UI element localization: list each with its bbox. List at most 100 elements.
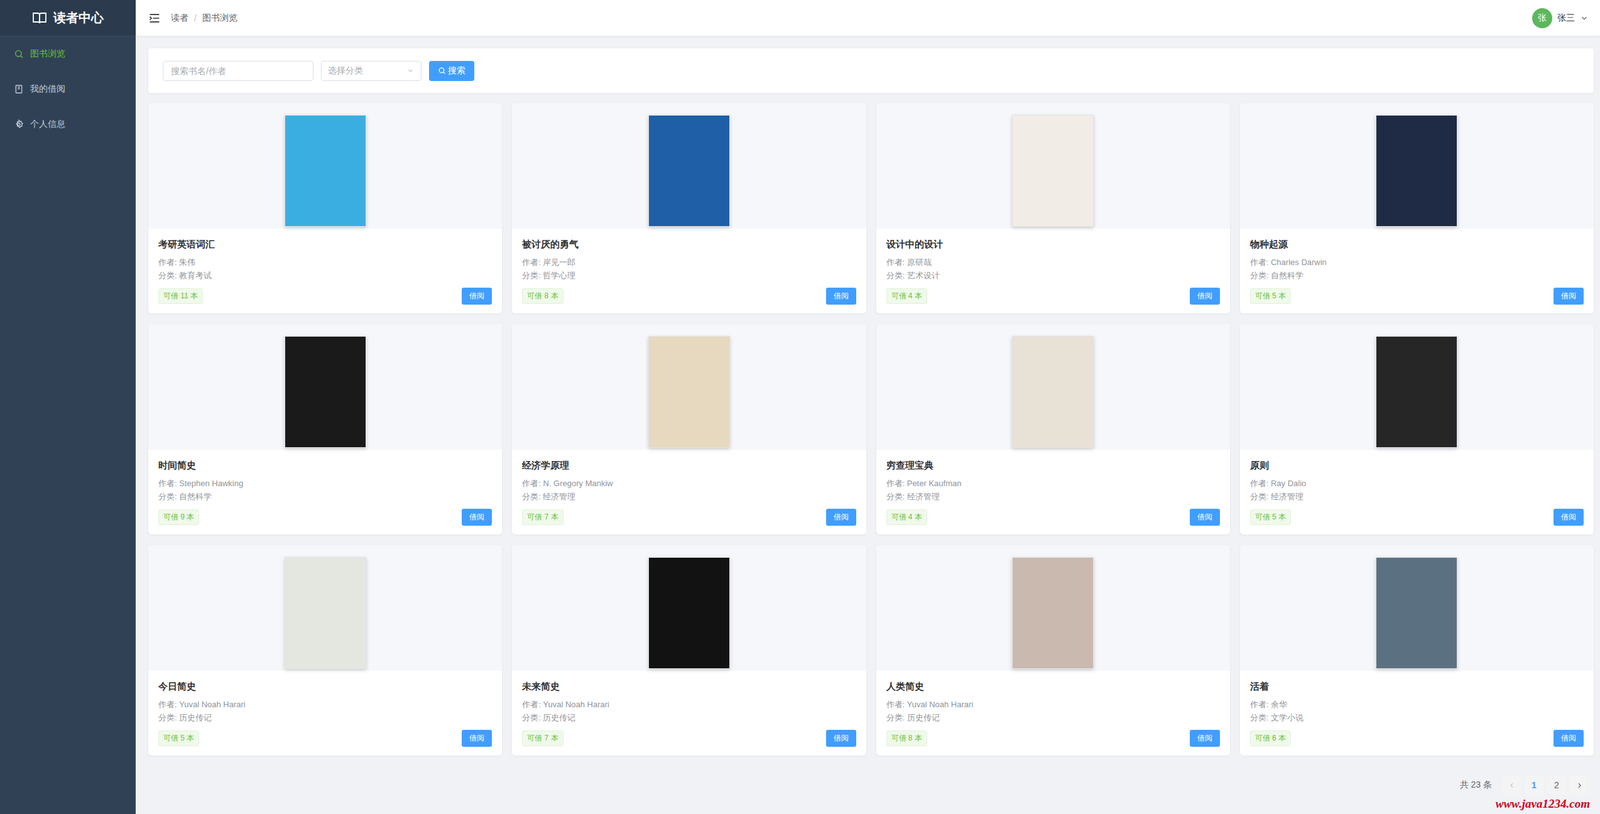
stock-tag: 可借 5 本 — [1250, 509, 1291, 526]
book-author: 作者: 原研哉 — [886, 255, 1220, 269]
book-author: 作者: Charles Darwin — [1250, 255, 1584, 269]
book-cover — [284, 114, 367, 227]
book-title: 未来简史 — [522, 680, 856, 693]
book-category: 分类: 艺术设计 — [886, 268, 1220, 283]
borrow-button[interactable]: 借阅 — [1553, 729, 1584, 747]
search-input[interactable] — [162, 60, 314, 82]
book-cover — [648, 114, 730, 227]
book-category: 分类: 历史传记 — [522, 711, 856, 725]
watermark: www.java1234.com — [148, 797, 1594, 811]
borrow-button[interactable]: 借阅 — [826, 508, 857, 526]
header: 读者 / 图书浏览 张 张三 — [135, 0, 1600, 36]
book-category: 分类: 历史传记 — [158, 711, 492, 725]
stock-tag: 可借 4 本 — [886, 288, 928, 305]
next-page-button[interactable] — [1569, 775, 1589, 795]
gear-icon — [13, 119, 24, 130]
book-author: 作者: Stephen Hawking — [158, 476, 492, 490]
book-title: 人类简史 — [886, 680, 1220, 693]
book-category: 分类: 自然科学 — [158, 489, 492, 504]
borrow-button[interactable]: 借阅 — [826, 287, 857, 305]
book-card: 人类简史 作者: Yuval Noah Harari 分类: 历史传记 可借 8… — [876, 545, 1230, 756]
search-icon — [437, 66, 447, 75]
chevron-down-icon — [406, 66, 415, 75]
stock-tag: 可借 4 本 — [886, 509, 928, 526]
book-cover — [1375, 557, 1458, 670]
search-button[interactable]: 搜索 — [429, 60, 475, 82]
breadcrumb-separator: / — [194, 13, 197, 24]
cover-area — [1240, 545, 1594, 671]
borrow-button[interactable]: 借阅 — [461, 508, 492, 526]
cover-area — [876, 545, 1230, 671]
book-title: 经济学原理 — [522, 459, 856, 472]
book-card: 今日简史 作者: Yuval Noah Harari 分类: 历史传记 可借 5… — [148, 545, 502, 756]
book-cover — [284, 336, 367, 448]
app: 读者中心 图书浏览 我的借阅 个人信息 读者 / 图书浏览 张 张三 选择分类 搜… — [0, 0, 1600, 814]
cover-area — [511, 103, 866, 229]
borrow-button[interactable]: 借阅 — [1189, 508, 1220, 526]
book-title: 穷查理宝典 — [886, 459, 1220, 472]
sidebar-item[interactable]: 我的借阅 — [0, 71, 136, 107]
cover-area — [876, 324, 1230, 450]
book-title: 考研英语词汇 — [158, 238, 492, 251]
sidebar-item[interactable]: 图书浏览 — [0, 36, 136, 72]
book-card: 活着 作者: 余华 分类: 文学小说 可借 6 本 借阅 — [1240, 545, 1594, 756]
menu-fold-icon[interactable] — [148, 11, 161, 25]
book-title: 设计中的设计 — [886, 238, 1220, 251]
book-cover — [284, 557, 367, 670]
book-title: 原则 — [1250, 459, 1584, 472]
book-author: 作者: 朱伟 — [158, 255, 492, 269]
book-category: 分类: 哲学心理 — [522, 268, 856, 283]
borrow-button[interactable]: 借阅 — [1189, 287, 1220, 305]
logo: 读者中心 — [0, 0, 136, 37]
cover-area — [148, 545, 502, 671]
book-card: 考研英语词汇 作者: 朱伟 分类: 教育考试 可借 11 本 借阅 — [148, 103, 502, 314]
book-author: 作者: Yuval Noah Harari — [886, 697, 1220, 712]
cover-area — [876, 103, 1230, 229]
book-cover — [1012, 557, 1094, 670]
book-card: 设计中的设计 作者: 原研哉 分类: 艺术设计 可借 4 本 借阅 — [876, 103, 1230, 314]
book-cover — [1375, 114, 1458, 227]
user-name: 张三 — [1557, 12, 1575, 24]
book-category: 分类: 经济管理 — [522, 489, 856, 504]
book-card: 原则 作者: Ray Dalio 分类: 经济管理 可借 5 本 借阅 — [1240, 324, 1594, 535]
book-category: 分类: 历史传记 — [886, 711, 1220, 725]
page-button[interactable]: 1 — [1524, 775, 1544, 795]
borrow-button[interactable]: 借阅 — [1553, 287, 1584, 305]
cover-area — [1240, 324, 1594, 450]
book-author: 作者: Yuval Noah Harari — [158, 697, 492, 712]
book-card: 被讨厌的勇气 作者: 岸见一郎 分类: 哲学心理 可借 8 本 借阅 — [511, 103, 866, 314]
book-author: 作者: N. Gregory Mankiw — [522, 476, 856, 490]
borrow-button[interactable]: 借阅 — [1189, 729, 1220, 747]
book-title: 时间简史 — [158, 459, 492, 472]
book-cover — [1012, 336, 1094, 448]
category-select[interactable]: 选择分类 — [321, 60, 422, 82]
book-icon — [13, 84, 24, 95]
book-author: 作者: Peter Kaufman — [886, 476, 1220, 490]
book-category: 分类: 经济管理 — [886, 489, 1220, 504]
user-menu[interactable]: 张 张三 — [1532, 8, 1589, 29]
stock-tag: 可借 8 本 — [886, 730, 928, 747]
book-author: 作者: Yuval Noah Harari — [522, 697, 856, 712]
book-icon — [32, 10, 48, 26]
borrow-button[interactable]: 借阅 — [1553, 508, 1584, 526]
logo-title: 读者中心 — [53, 9, 104, 27]
stock-tag: 可借 7 本 — [522, 730, 563, 747]
cover-area — [148, 324, 502, 450]
borrow-button[interactable]: 借阅 — [461, 287, 492, 305]
borrow-button[interactable]: 借阅 — [826, 729, 857, 747]
book-card: 未来简史 作者: Yuval Noah Harari 分类: 历史传记 可借 7… — [511, 545, 866, 756]
prev-page-button[interactable] — [1502, 775, 1521, 795]
book-card: 物种起源 作者: Charles Darwin 分类: 自然科学 可借 5 本 … — [1240, 103, 1594, 314]
cover-area — [1240, 103, 1594, 229]
pagination-total: 共 23 条 — [1459, 779, 1492, 791]
borrow-button[interactable]: 借阅 — [461, 729, 492, 747]
breadcrumb-item[interactable]: 图书浏览 — [202, 12, 238, 24]
book-card: 穷查理宝典 作者: Peter Kaufman 分类: 经济管理 可借 4 本 … — [876, 324, 1230, 535]
page-button[interactable]: 2 — [1547, 775, 1567, 795]
breadcrumb-item[interactable]: 读者 — [170, 12, 189, 24]
breadcrumb: 读者 / 图书浏览 — [170, 12, 238, 24]
main-area: 读者 / 图书浏览 张 张三 选择分类 搜索 考研英语词汇 作者: 朱伟 分类: … — [135, 0, 1600, 814]
content: 选择分类 搜索 考研英语词汇 作者: 朱伟 分类: 教育考试 可借 11 本 借… — [135, 35, 1600, 814]
search-bar: 选择分类 搜索 — [148, 48, 1594, 93]
sidebar-item[interactable]: 个人信息 — [0, 106, 136, 142]
